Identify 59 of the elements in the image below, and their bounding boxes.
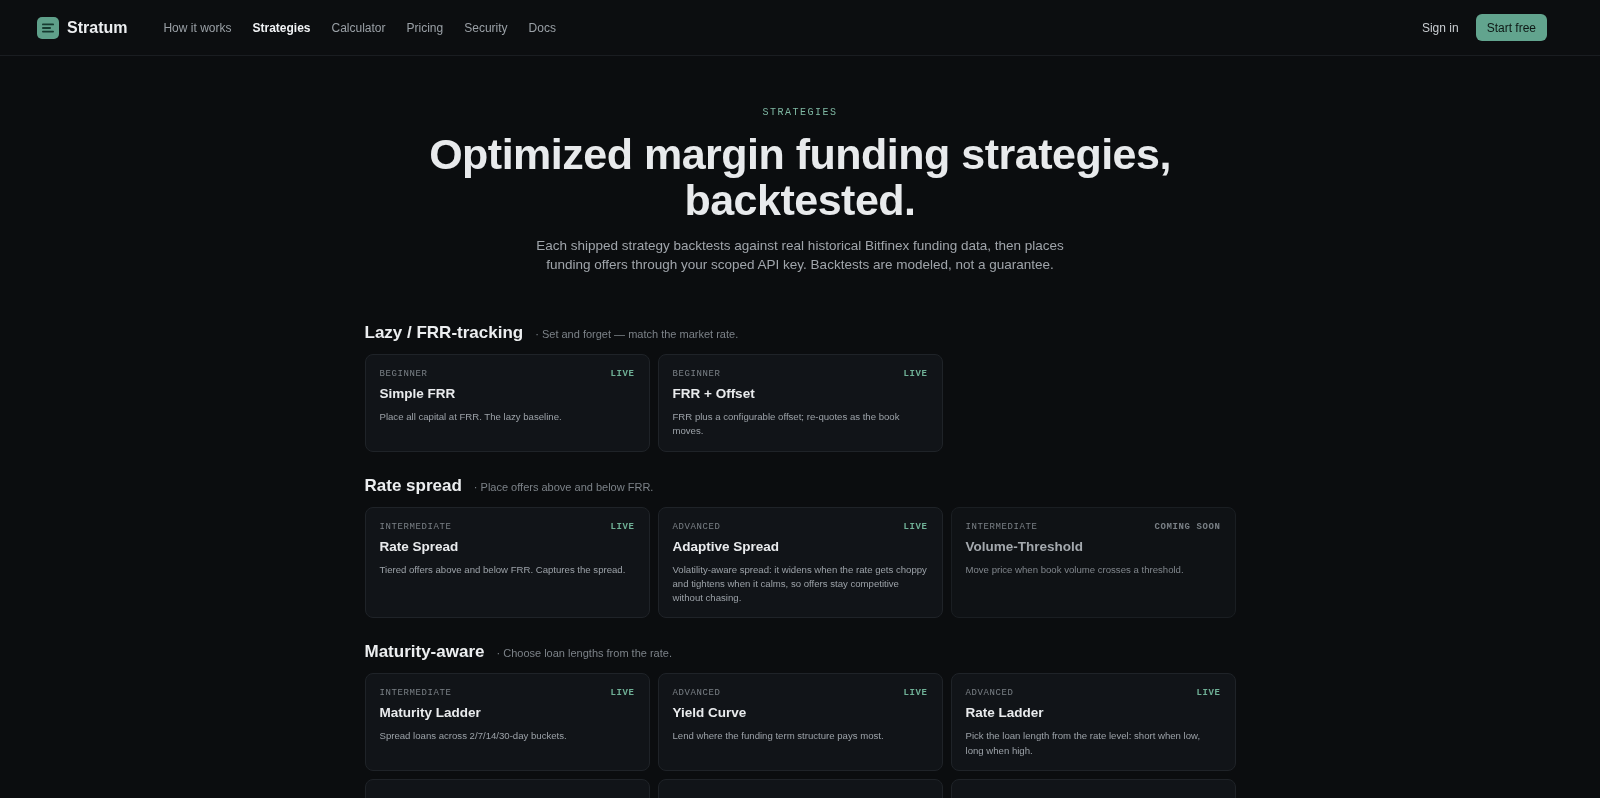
hero-title: Optimized margin funding strategies, backtested. xyxy=(429,131,1171,223)
section-subtitle: · Set and forget — match the market rate. xyxy=(535,328,739,340)
strategy-title: Rate Ladder xyxy=(965,704,1045,723)
difficulty-label: ADVANCED xyxy=(672,687,721,700)
strategy-card[interactable]: BEGINNER LIVE FRR + Offset FRR plus a configurable offset; re-quotes as the book moves. xyxy=(657,354,943,452)
strategy-description: Tiered offers above and below FRR. Captures the spread. xyxy=(379,562,627,577)
status-label: LIVE xyxy=(610,368,635,380)
section-subtitle: · Place offers above and below FRR. xyxy=(473,480,654,493)
strategy-description: FRR plus a configurable offset; re-quotes as the book moves. xyxy=(672,410,901,439)
strategy-card[interactable]: ADVANCED LIVE Rate Ladder Pick the loan length from the rate level: short when low, long when high. xyxy=(950,673,1236,772)
hero-subtitle: Each shipped strategy backtests against real historical Bitfinex funding data, then places funding offers through your scoped API key. Backtests are modeled, not a guarantee. xyxy=(536,237,1064,274)
nav-link[interactable]: Security xyxy=(464,20,508,35)
strategy-title: Rate Spread xyxy=(379,537,460,556)
difficulty-label: ADVANCED xyxy=(672,520,721,533)
status-label: LIVE xyxy=(610,520,635,533)
sign-in-link[interactable]: Sign in xyxy=(1421,20,1459,35)
section-title: Lazy / FRR-tracking xyxy=(364,323,524,343)
strategy-card[interactable]: INTERMEDIATE LIVE Maturity Ladder Spread loans across 2/7/14/30-day buckets. xyxy=(364,673,650,772)
status-label: LIVE xyxy=(903,687,928,700)
strategy-card[interactable]: INTERMEDIATE LIVE Rate Spread Tiered offers above and below FRR. Captures the spread. xyxy=(364,506,650,619)
nav-link[interactable]: Strategies xyxy=(252,20,311,35)
status-label: LIVE xyxy=(610,687,635,700)
status-label: LIVE xyxy=(903,368,928,380)
status-label: COMING SOON xyxy=(1154,520,1221,533)
strategy-title: Simple FRR xyxy=(379,385,457,403)
nav-link[interactable]: How it works xyxy=(163,20,232,35)
section-title: Rate spread xyxy=(364,475,462,496)
logo-icon[interactable] xyxy=(37,16,59,39)
nav-link[interactable]: Docs xyxy=(528,20,556,35)
brand-name[interactable]: Stratum xyxy=(67,18,128,37)
difficulty-label: BEGINNER xyxy=(672,368,721,380)
nav-link[interactable]: Pricing xyxy=(406,20,444,35)
strategy-description: Spread loans across 2/7/14/30-day buckets. xyxy=(379,729,568,744)
start-free-button[interactable]: Start free xyxy=(1475,14,1547,41)
difficulty-label: INTERMEDIATE xyxy=(379,520,452,533)
strategy-card[interactable]: ADVANCED LIVE Adaptive Spread Volatility-aware spread: it widens when the rate gets choppy and tightens when it calms, so offers stay competitive without chasing. xyxy=(657,506,943,619)
nav-link[interactable]: Calculator xyxy=(331,20,386,35)
strategy-card[interactable]: INTERMEDIATE COMING SOON Volume-Threshold Move price when book volume crosses a threshold. xyxy=(950,506,1236,619)
strategy-card[interactable]: BEGINNER LIVE Simple FRR Place all capital at FRR. The lazy baseline. xyxy=(364,354,650,452)
strategy-description: Move price when book volume crosses a threshold. xyxy=(965,562,1185,577)
difficulty-label: BEGINNER xyxy=(379,368,428,380)
difficulty-label: INTERMEDIATE xyxy=(379,687,452,700)
strategy-title: Adaptive Spread xyxy=(672,537,781,556)
strategy-description: Pick the loan length from the rate level: short when low, long when high. xyxy=(965,729,1202,758)
strategy-description: Place all capital at FRR. The lazy baseline. xyxy=(379,410,563,424)
strategy-title: Volume-Threshold xyxy=(965,537,1084,556)
section-title: Maturity-aware xyxy=(364,642,485,663)
strategy-card[interactable]: ADVANCED LIVE Yield Curve Lend where the funding term structure pays most. xyxy=(657,673,943,772)
strategy-title: FRR + Offset xyxy=(672,385,756,403)
strategy-description: Lend where the funding term structure pays most. xyxy=(672,729,885,744)
strategy-description: Volatility-aware spread: it widens when the rate gets choppy and tightens when it calms, so offers stay competitive without chasing. xyxy=(672,562,928,606)
status-label: LIVE xyxy=(1196,687,1221,700)
section-subtitle: · Choose loan lengths from the rate. xyxy=(496,647,672,660)
eyebrow-label: STRATEGIES xyxy=(762,107,838,119)
strategy-title: Maturity Ladder xyxy=(379,704,482,723)
difficulty-label: ADVANCED xyxy=(965,687,1014,700)
status-label: LIVE xyxy=(903,520,928,533)
difficulty-label: INTERMEDIATE xyxy=(965,520,1038,533)
strategy-title: Yield Curve xyxy=(672,704,748,723)
